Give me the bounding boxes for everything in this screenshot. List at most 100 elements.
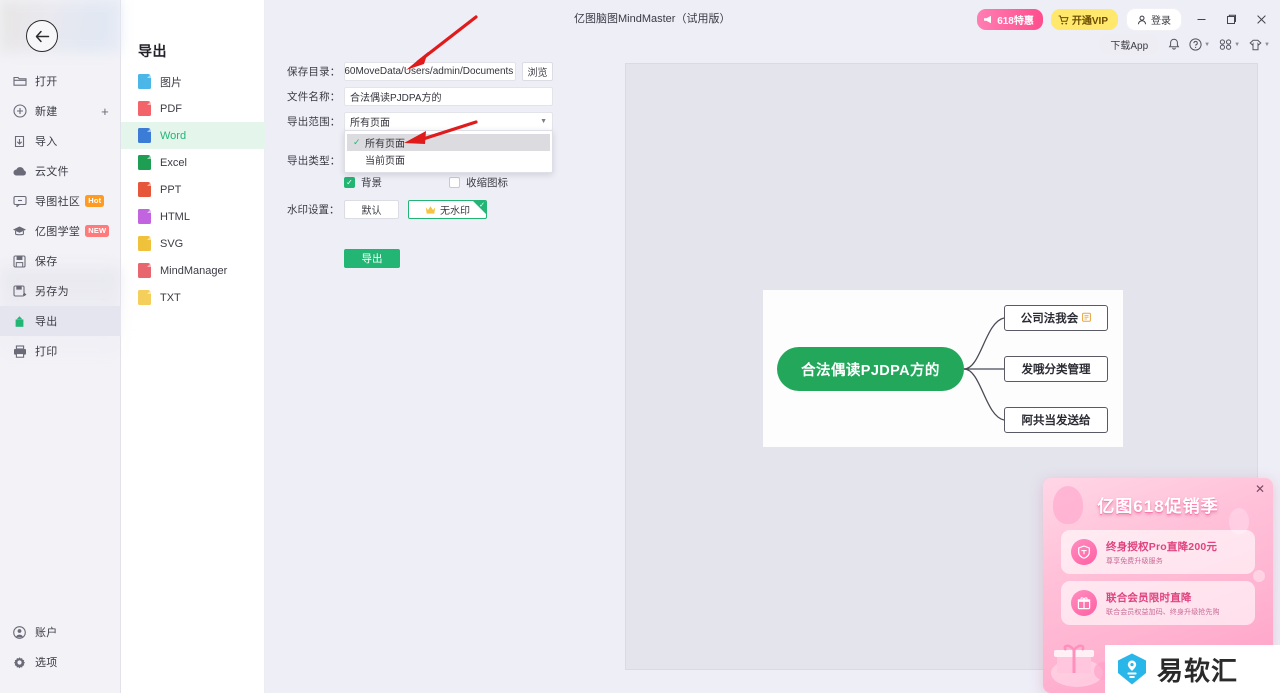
close-icon [1256,15,1266,24]
checkbox-checked-icon: ✓ [344,177,355,188]
ppt-file-icon [138,182,151,197]
help-chevron-down-icon: ▼ [1204,41,1211,48]
mindmap-root-node[interactable]: 合法偶读PJDPA方的 [777,347,964,391]
format-label-image: 图片 [160,76,182,89]
download-app-label: 下载App [1110,41,1149,52]
shrink-icons-checkbox-label: 收缩图标 [466,177,508,189]
export-options-checkboxes: ✓ 背景 收缩图标 [344,175,508,190]
watermark-none-button[interactable]: 无水印 ✓ [408,200,487,219]
help-button[interactable]: ▼ [1189,38,1210,51]
promo-card-lifetime[interactable]: 终身授权Pro直降200元 尊享免费升级服务 [1061,530,1255,574]
promo-card-membership-sub: 联合会员权益加码、终身升级抢先购 [1106,608,1220,616]
window-minimize-button[interactable] [1190,10,1212,30]
mindmap-node-2[interactable]: 发哦分类管理 [1004,356,1108,382]
pdf-file-icon [138,101,151,116]
sidebar-item-account[interactable]: 账户 [0,617,121,647]
file-name-label: 文件名称： [287,90,341,103]
community-icon [12,194,27,209]
sidebar-item-academy[interactable]: 亿图学堂 NEW [0,216,121,246]
theme-shirt-icon [1249,39,1262,50]
save-directory-row: 保存目录： D:/360MoveData/Users/admin/Documen… [287,61,577,81]
help-icon [1189,38,1202,51]
note-icon[interactable] [1082,312,1092,324]
app-window: 打开 新建 + 导入 云文件 导图社区 Hot 亿图学堂 NEW 保存 另存为 … [0,0,1280,693]
export-range-dropdown[interactable]: ✓ 所有页面 当前页面 [344,130,553,173]
format-label-mindmanager: MindManager [160,264,228,277]
back-arrow-icon [35,30,49,42]
sidebar-item-save-as[interactable]: 另存为 [0,276,121,306]
promo-close-button[interactable]: ✕ [1255,483,1265,495]
background-checkbox[interactable]: ✓ 背景 [344,175,382,190]
window-maximize-button[interactable] [1220,10,1242,30]
sidebar-item-print[interactable]: 打印 [0,336,121,366]
cart-icon [1058,15,1069,24]
format-item-ppt[interactable]: PPT [121,176,265,203]
sidebar-label-account: 账户 [35,627,58,639]
txt-file-icon [138,290,151,305]
plus-circle-icon [12,104,27,119]
watermark-default-button[interactable]: 默认 [344,200,399,219]
gift-icon [1071,590,1097,616]
left-sidebar: 打开 新建 + 导入 云文件 导图社区 Hot 亿图学堂 NEW 保存 另存为 … [0,0,121,693]
dropdown-option-current-page-label: 当前页面 [365,156,405,167]
export-type-label: 导出类型： [287,154,341,167]
crown-icon [425,205,436,214]
format-item-svg[interactable]: SVG [121,230,265,257]
sidebar-item-open[interactable]: 打开 [0,66,121,96]
sidebar-label-open: 打开 [35,76,58,88]
format-item-pdf[interactable]: PDF [121,95,265,122]
shrink-icons-checkbox[interactable]: 收缩图标 [449,175,508,190]
excel-file-icon [138,155,151,170]
sidebar-item-options[interactable]: 选项 [0,647,121,677]
sidebar-item-save[interactable]: 保存 [0,246,121,276]
login-button[interactable]: 登录 [1126,8,1182,31]
sidebar-nav: 打开 新建 + 导入 云文件 导图社区 Hot 亿图学堂 NEW 保存 另存为 … [0,57,121,366]
format-item-image[interactable]: 图片 [121,68,265,95]
sidebar-item-community[interactable]: 导图社区 Hot [0,186,121,216]
format-label-pdf: PDF [160,102,182,115]
promo-card-lifetime-title: 终身授权Pro直降200元 [1106,540,1218,553]
format-item-html[interactable]: HTML [121,203,265,230]
top-secondary-row: 下载App ▼ ▼ ▼ [1099,34,1270,55]
mindmap-node-3-label: 阿共当发送给 [1021,415,1091,427]
format-label-ppt: PPT [160,183,182,196]
chevron-down-icon: ▼ [540,117,547,125]
dropdown-option-current-page[interactable]: 当前页面 [347,151,550,168]
apps-button[interactable]: ▼ [1219,39,1240,50]
mindmap-node-3[interactable]: 阿共当发送给 [1004,407,1108,433]
save-directory-input[interactable]: D:/360MoveData/Users/admin/Documents [344,61,516,81]
dropdown-option-all-pages[interactable]: ✓ 所有页面 [347,134,550,151]
sidebar-item-export[interactable]: 导出 [0,306,121,336]
format-item-txt[interactable]: TXT [121,284,265,311]
export-icon [12,314,27,329]
format-item-word[interactable]: Word [121,122,265,149]
watermark-logo-text: 易软汇 [1157,655,1239,686]
window-close-button[interactable] [1250,10,1272,30]
promo-618-button[interactable]: 618特惠 [977,9,1043,30]
theme-button[interactable]: ▼ [1249,39,1270,51]
promo-card-membership[interactable]: 联合会员限时直降 联合会员权益加码、终身升级抢先购 [1061,581,1255,625]
download-app-button[interactable]: 下载App [1099,34,1160,55]
mindmap-node-2-label: 发哦分类管理 [1021,364,1091,376]
watermark-row: 水印设置： 默认 无水印 ✓ [287,200,487,219]
bell-icon [1168,38,1180,50]
browse-button[interactable]: 浏览 [522,61,553,81]
notification-button[interactable] [1168,38,1180,51]
watermark-none-label: 无水印 [440,206,470,217]
back-button[interactable] [26,20,58,52]
file-name-input[interactable]: 合法偶读PJDPA方的 [344,86,553,106]
format-item-mindmanager[interactable]: MindManager [121,257,265,284]
sidebar-item-import[interactable]: 导入 [0,126,121,156]
new-add-icon[interactable]: + [101,105,109,118]
graduation-cap-icon [12,224,27,239]
cloud-icon [12,164,27,179]
export-submit-button[interactable]: 导出 [344,249,400,268]
sidebar-item-cloud[interactable]: 云文件 [0,156,121,186]
mindmap-node-1[interactable]: 公司法我会 [1004,305,1108,331]
format-item-excel[interactable]: Excel [121,149,265,176]
folder-icon [12,74,27,89]
vip-button[interactable]: 开通VIP [1050,9,1118,30]
apps-grid-icon [1219,39,1232,50]
sidebar-item-new[interactable]: 新建 + [0,96,121,126]
export-range-select[interactable]: 所有页面 ▼ [344,111,553,131]
